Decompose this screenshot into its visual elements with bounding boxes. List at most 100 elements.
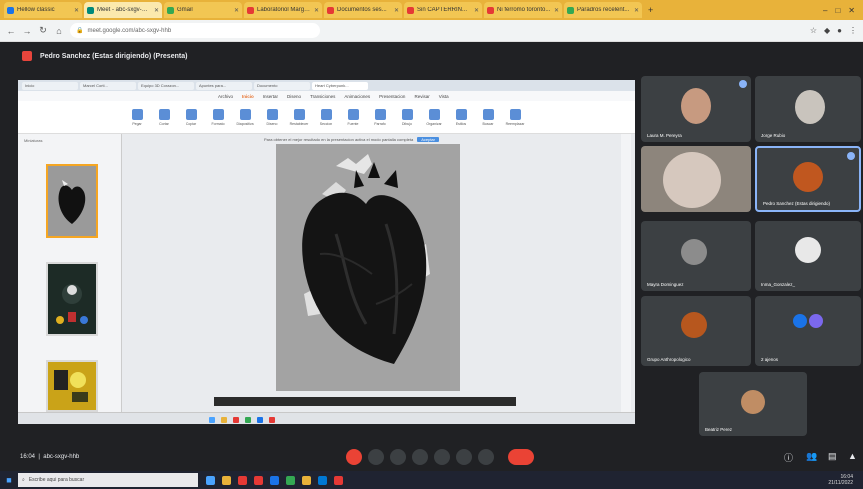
menu-item[interactable]: Archivo: [218, 94, 233, 99]
menu-item[interactable]: Vista: [439, 94, 449, 99]
new-tab-button[interactable]: +: [644, 5, 657, 15]
extension-icon[interactable]: ◆: [824, 26, 830, 35]
tab-close-icon[interactable]: ✕: [634, 7, 639, 14]
app-icon[interactable]: [238, 475, 247, 485]
tab-close-icon[interactable]: ✕: [314, 7, 319, 14]
present-button[interactable]: [434, 449, 450, 465]
slide-thumbnail[interactable]: [46, 164, 98, 238]
menu-item[interactable]: Revisar: [414, 94, 429, 99]
more-options-button[interactable]: [478, 449, 494, 465]
participant-tile[interactable]: [641, 146, 751, 212]
browser-tab[interactable]: Paradros recelent... ✕: [564, 2, 642, 18]
hang-up-button[interactable]: [508, 449, 534, 465]
menu-icon[interactable]: ⋮: [849, 26, 857, 35]
shared-app-tab[interactable]: Inicio: [22, 81, 78, 90]
tab-close-icon[interactable]: ✕: [234, 7, 239, 14]
captions-button[interactable]: [390, 449, 406, 465]
ribbon-button[interactable]: Parrafo: [371, 108, 389, 126]
raise-hand-button[interactable]: [412, 449, 428, 465]
participant-tile[interactable]: Mayra Dominguez: [641, 221, 751, 291]
shared-app-tab[interactable]: Marcel Corti...: [80, 81, 136, 90]
participant-tile[interactable]: 2 ajenos: [755, 296, 861, 366]
browser-tab[interactable]: Gmail ✕: [164, 2, 242, 18]
app-icon[interactable]: [302, 475, 311, 485]
profile-icon[interactable]: ●: [837, 26, 842, 35]
ribbon-button[interactable]: Seccion: [317, 108, 335, 126]
notice-button[interactable]: Aceptar: [417, 137, 439, 142]
ribbon-label: Estilos: [455, 121, 467, 126]
ribbon-button[interactable]: Buscar: [479, 108, 497, 126]
browser-tab[interactable]: Sin CAPTERRIN... ✕: [404, 2, 482, 18]
ribbon-button[interactable]: Copiar: [182, 108, 200, 126]
slide-thumbnail[interactable]: [46, 360, 98, 412]
explorer-icon[interactable]: [222, 475, 231, 485]
app-icon[interactable]: [334, 475, 343, 485]
ribbon-icon: [374, 108, 386, 120]
minimize-icon[interactable]: –: [823, 6, 827, 15]
app-icon[interactable]: [270, 475, 279, 485]
menu-item[interactable]: Insertar: [263, 94, 278, 99]
ribbon-button[interactable]: Reemplazar: [506, 108, 524, 126]
tab-close-icon[interactable]: ✕: [154, 7, 159, 14]
ribbon-button[interactable]: Fuente: [344, 108, 362, 126]
shared-app-tab[interactable]: Documento: [254, 81, 310, 90]
browser-tab[interactable]: Documentos ses... ✕: [324, 2, 402, 18]
tab-close-icon[interactable]: ✕: [554, 7, 559, 14]
camera-button[interactable]: [368, 449, 384, 465]
participant-tile[interactable]: Inma_Gonzalez_: [755, 221, 861, 291]
taskbar-search-input[interactable]: ⌕ Escribe aqui para buscar: [18, 473, 198, 487]
taskview-icon[interactable]: [206, 475, 215, 485]
windows-start-icon[interactable]: ■: [0, 475, 18, 485]
reload-icon[interactable]: ↻: [38, 25, 48, 36]
participant-tile[interactable]: Pedro Sanchez (Estas dirigiendo): [755, 146, 861, 212]
browser-tab[interactable]: Ni ferromo toronto... ✕: [484, 2, 562, 18]
menu-item[interactable]: Inicio: [242, 94, 254, 99]
browser-tab[interactable]: Laboratoriol Margrin... ✕: [244, 2, 322, 18]
url-input[interactable]: 🔒 meet.google.com/abc-sxgv-hhb: [70, 23, 320, 38]
ribbon-button[interactable]: Diseno: [263, 108, 281, 126]
taskbar-clock[interactable]: 16:04 21/11/2022: [828, 474, 853, 486]
tab-close-icon[interactable]: ✕: [74, 7, 79, 14]
ribbon-button[interactable]: Pegar: [128, 108, 146, 126]
slide-thumbnail[interactable]: [46, 262, 98, 336]
shared-scrollbar[interactable]: [214, 397, 516, 406]
ribbon-button[interactable]: Cortar: [155, 108, 173, 126]
menu-item[interactable]: Transiciones: [310, 94, 335, 99]
close-icon[interactable]: ✕: [848, 6, 855, 15]
ribbon-button[interactable]: Restablecer: [290, 108, 308, 126]
people-icon[interactable]: 👥: [806, 451, 817, 462]
tab-close-icon[interactable]: ✕: [474, 7, 479, 14]
participant-tile[interactable]: Jorge Rubio: [755, 76, 861, 142]
bookmark-icon[interactable]: ☆: [810, 26, 817, 35]
browser-tab[interactable]: Hellow classic ✕: [4, 2, 82, 18]
activities-icon[interactable]: ▲: [848, 451, 857, 461]
maximize-icon[interactable]: □: [835, 6, 840, 15]
participant-tile[interactable]: Laura M. Pereyra: [641, 76, 751, 142]
shared-app-tab[interactable]: Equipo 3D Corazon...: [138, 81, 194, 90]
menu-item[interactable]: Diseno: [287, 94, 301, 99]
tab-close-icon[interactable]: ✕: [394, 7, 399, 14]
ribbon-button[interactable]: Estilos: [452, 108, 470, 126]
forward-icon[interactable]: →: [22, 26, 32, 36]
participant-tile[interactable]: Grupo Anthropologico: [641, 296, 751, 366]
menu-item[interactable]: Presentacion: [379, 94, 405, 99]
ribbon-button[interactable]: Diapositiva: [236, 108, 254, 126]
app-icon[interactable]: [254, 475, 263, 485]
mic-off-button[interactable]: [346, 449, 362, 465]
ribbon-button[interactable]: Dibujo: [398, 108, 416, 126]
menu-item[interactable]: Animaciones: [344, 94, 370, 99]
home-icon[interactable]: ⌂: [54, 26, 64, 36]
reactions-button[interactable]: [456, 449, 472, 465]
ribbon-button[interactable]: Organizar: [425, 108, 443, 126]
ribbon-button[interactable]: Formato: [209, 108, 227, 126]
word-icon[interactable]: [318, 475, 327, 485]
back-icon[interactable]: ←: [6, 26, 16, 36]
chrome-icon[interactable]: [286, 475, 295, 485]
meeting-code: abc-sxgv-hhb: [43, 454, 80, 460]
browser-tab[interactable]: Meet - abc-sxgv-hhb ✕: [84, 2, 162, 18]
info-icon[interactable]: ⓘ: [784, 451, 793, 464]
self-view-tile[interactable]: Beatriz Perez: [699, 372, 807, 436]
shared-app-tab[interactable]: Heart Cyberpunk...: [312, 81, 368, 90]
chat-icon[interactable]: ▤: [828, 451, 837, 462]
shared-app-tab[interactable]: Apuntes para...: [196, 81, 252, 90]
